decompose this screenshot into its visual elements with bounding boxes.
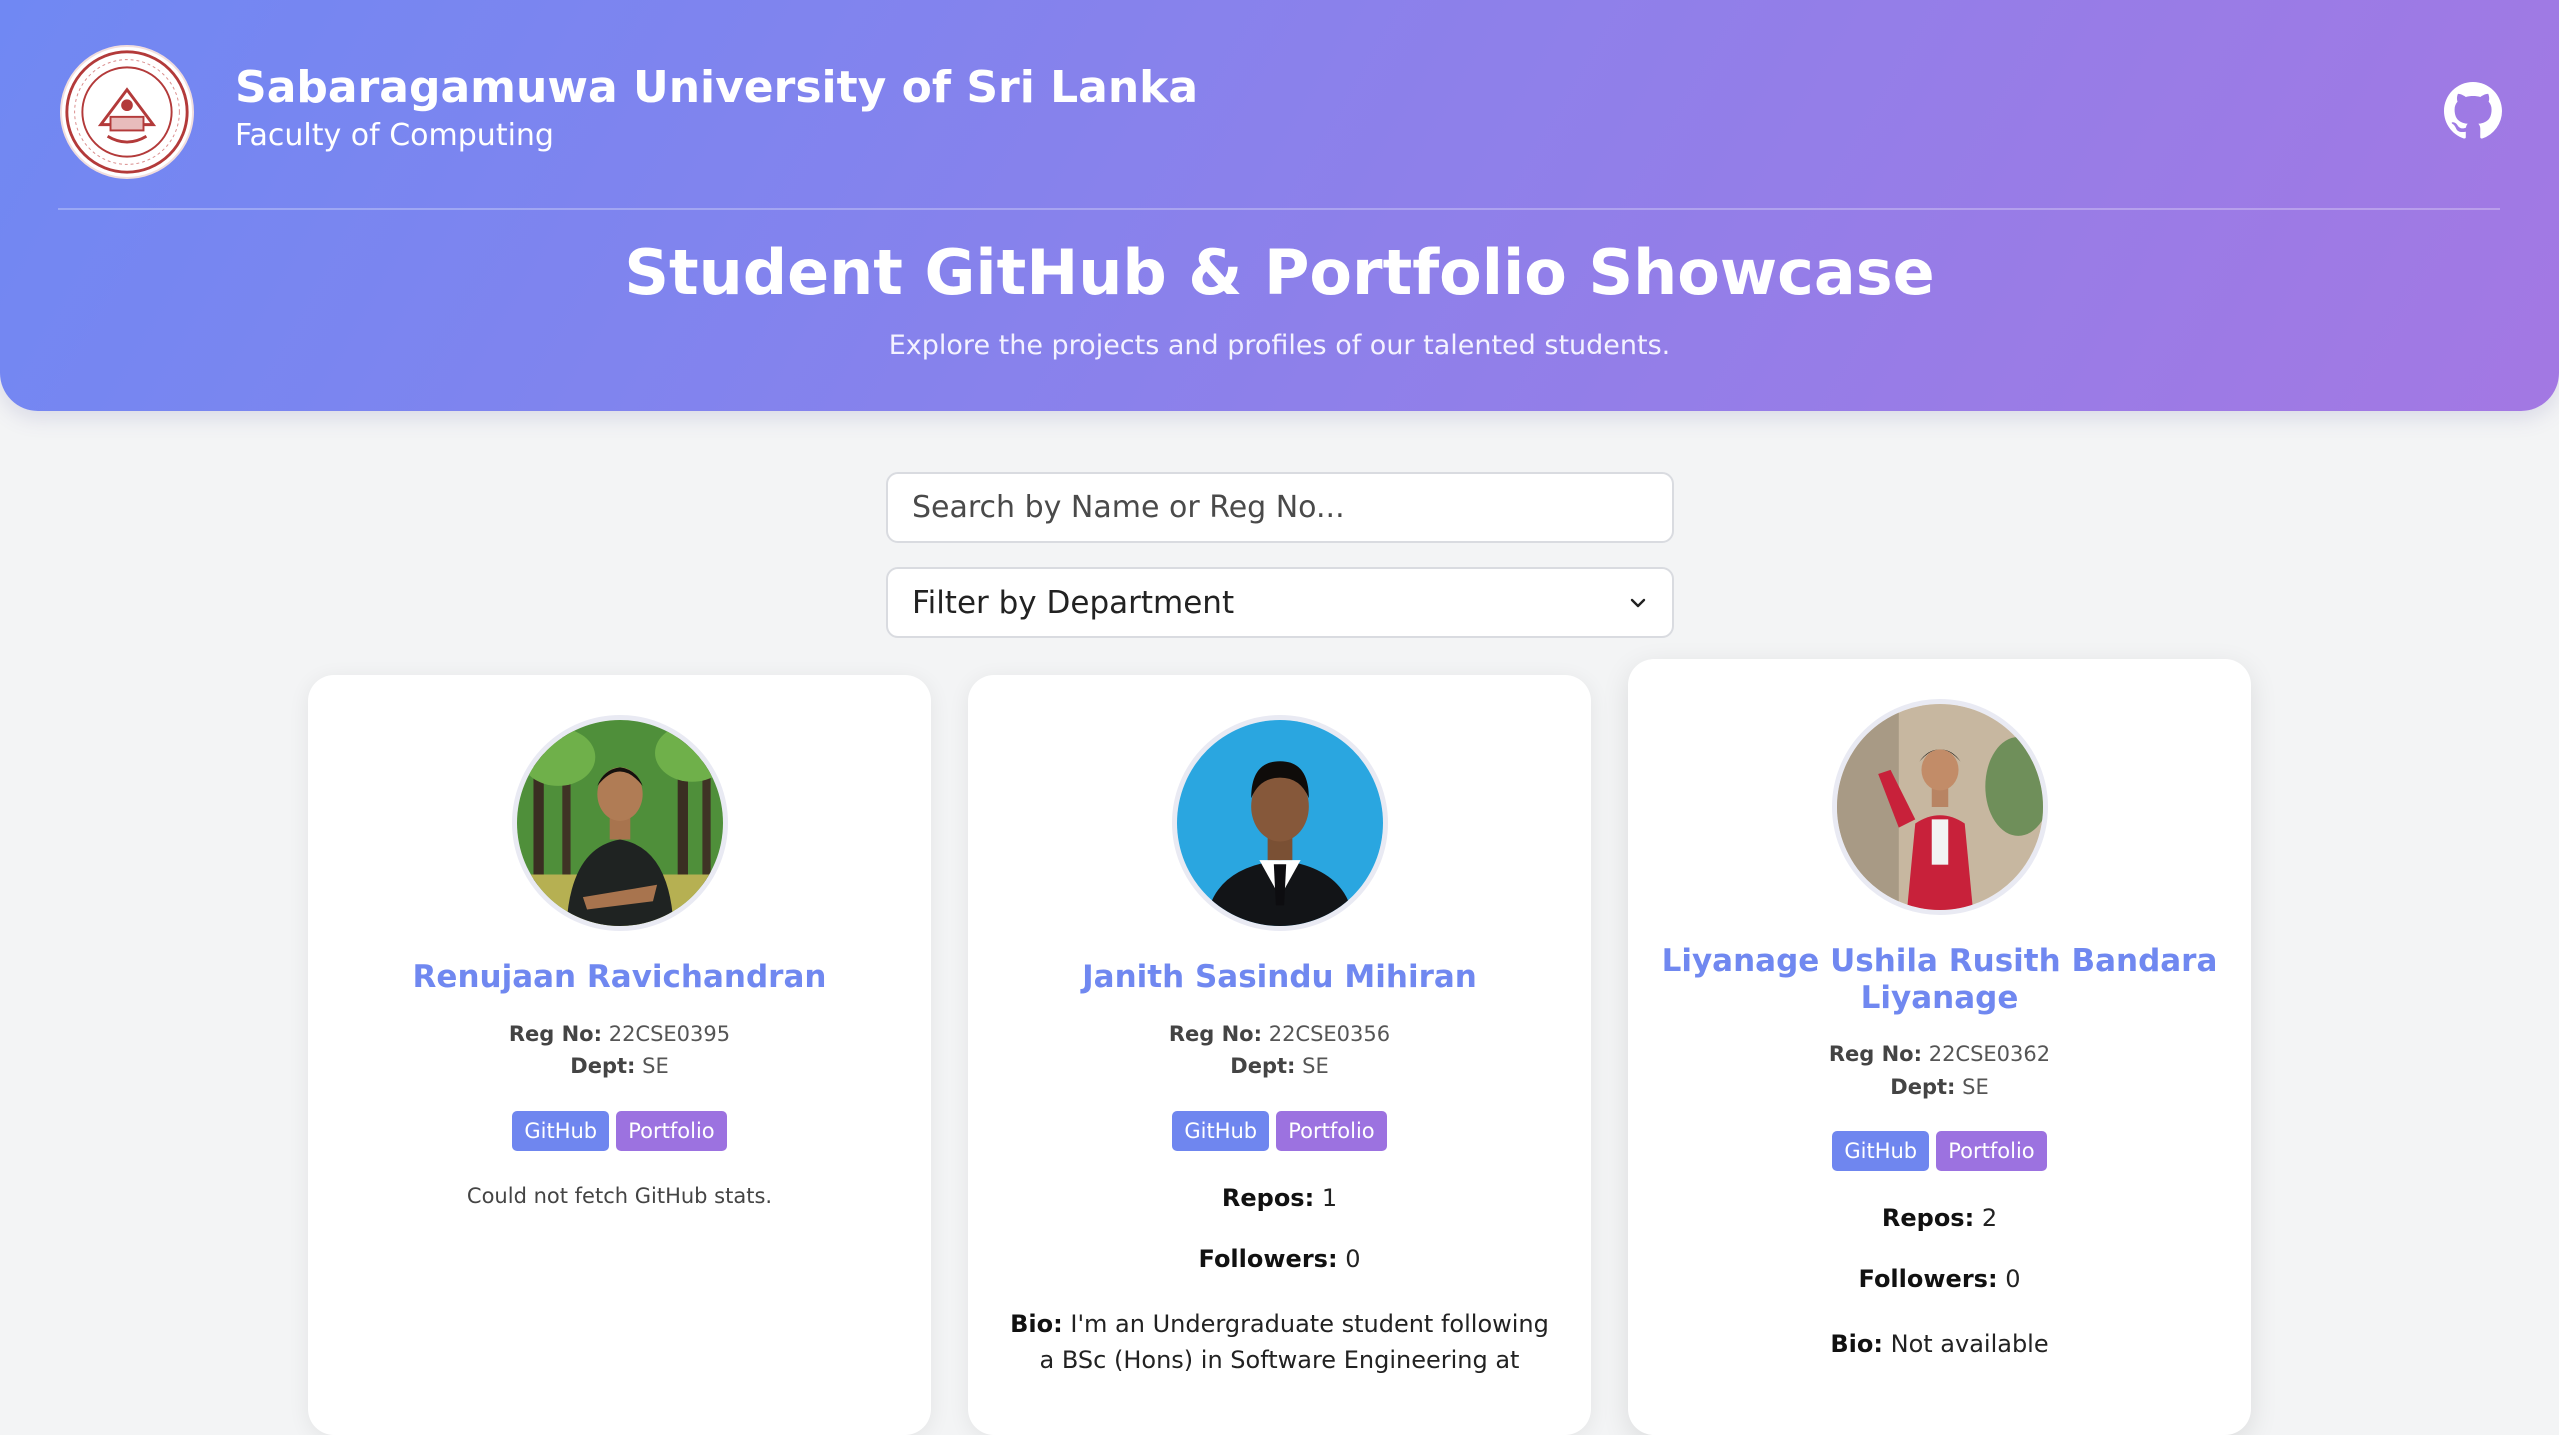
dept-label: Dept: <box>570 1054 636 1079</box>
bio-label: Bio: <box>1010 1309 1063 1338</box>
repos-stat: Repos: 2 <box>1628 1204 2251 1232</box>
avatar <box>1171 715 1388 931</box>
bio-value: I'm an Undergraduate student following a… <box>1039 1309 1549 1374</box>
repos-label: Repos: <box>1881 1204 1975 1233</box>
repos-stat: Repos: 1 <box>968 1184 1591 1212</box>
github-repo-link[interactable] <box>2444 82 2502 140</box>
student-card: Renujaan Ravichandran Reg No: 22CSE0395 … <box>308 675 931 1435</box>
reg-no-value: 22CSE0362 <box>1928 1042 2051 1067</box>
university-logo <box>60 45 194 179</box>
dept-label: Dept: <box>1230 1054 1296 1079</box>
portfolio-button[interactable]: Portfolio <box>616 1110 727 1151</box>
dept-value: SE <box>1302 1054 1329 1079</box>
dept-row: Dept: SE <box>1628 1071 2251 1104</box>
search-input[interactable] <box>886 472 1674 543</box>
student-info: Reg No: 22CSE0395 Dept: SE <box>308 1018 931 1083</box>
reg-no-label: Reg No: <box>1828 1042 1923 1067</box>
followers-stat: Followers: 0 <box>1628 1265 2251 1293</box>
repos-value: 1 <box>1321 1183 1338 1212</box>
student-card: Janith Sasindu Mihiran Reg No: 22CSE0356… <box>968 675 1591 1435</box>
bio-label: Bio: <box>1830 1330 1883 1359</box>
bio-value: Not available <box>1890 1330 2049 1359</box>
student-info: Reg No: 22CSE0356 Dept: SE <box>968 1018 1591 1083</box>
bio-text: Bio: I'm an Undergraduate student follow… <box>1002 1306 1557 1378</box>
reg-no-row: Reg No: 22CSE0356 <box>968 1018 1591 1051</box>
link-buttons: GitHub Portfolio <box>968 1110 1591 1151</box>
github-button[interactable]: GitHub <box>1172 1110 1270 1151</box>
reg-no-label: Reg No: <box>1168 1021 1263 1046</box>
reg-no-value: 22CSE0395 <box>608 1021 731 1046</box>
bio-text: Bio: Not available <box>1662 1326 2217 1362</box>
reg-no-value: 22CSE0356 <box>1268 1021 1391 1046</box>
page-subtitle: Explore the projects and profiles of our… <box>888 330 1671 361</box>
portfolio-button[interactable]: Portfolio <box>1936 1131 2047 1172</box>
student-name: Janith Sasindu Mihiran <box>1082 959 1477 995</box>
dept-value: SE <box>1962 1074 1989 1099</box>
reg-no-label: Reg No: <box>508 1021 603 1046</box>
dept-row: Dept: SE <box>968 1050 1591 1083</box>
department-filter-select[interactable]: Filter by Department <box>886 567 1674 638</box>
repos-label: Repos: <box>1221 1183 1315 1212</box>
student-info: Reg No: 22CSE0362 Dept: SE <box>1628 1038 2251 1103</box>
student-name: Renujaan Ravichandran <box>412 959 827 995</box>
header-divider <box>58 208 2500 210</box>
reg-no-row: Reg No: 22CSE0395 <box>308 1018 931 1051</box>
chevron-down-icon <box>1628 593 1648 613</box>
university-name: Sabaragamuwa University of Sri Lanka <box>235 62 1199 113</box>
page-title: Student GitHub & Portfolio Showcase <box>624 236 1935 309</box>
student-card: Liyanage Ushila Rusith Bandara Liyanage … <box>1628 659 2251 1435</box>
github-button[interactable]: GitHub <box>1832 1131 1930 1172</box>
followers-value: 0 <box>2005 1265 2021 1294</box>
avatar <box>1831 699 2048 915</box>
repos-value: 2 <box>1981 1204 1998 1233</box>
github-stats-error: Could not fetch GitHub stats. <box>466 1183 773 1208</box>
avatar <box>511 715 728 931</box>
followers-label: Followers: <box>1858 1265 1998 1294</box>
filter-label: Filter by Department <box>912 585 1235 621</box>
dept-label: Dept: <box>1890 1074 1956 1099</box>
followers-value: 0 <box>1345 1244 1361 1273</box>
link-buttons: GitHub Portfolio <box>1628 1131 2251 1172</box>
faculty-name: Faculty of Computing <box>235 118 554 153</box>
github-button[interactable]: GitHub <box>512 1110 610 1151</box>
reg-no-row: Reg No: 22CSE0362 <box>1628 1038 2251 1071</box>
header-banner: Sabaragamuwa University of Sri Lanka Fac… <box>0 0 2559 411</box>
link-buttons: GitHub Portfolio <box>308 1110 931 1151</box>
university-crest-icon <box>62 47 192 177</box>
followers-stat: Followers: 0 <box>968 1245 1591 1273</box>
student-name: Liyanage Ushila Rusith Bandara Liyanage <box>1661 943 2218 1016</box>
dept-row: Dept: SE <box>308 1050 931 1083</box>
portfolio-button[interactable]: Portfolio <box>1276 1110 1387 1151</box>
followers-label: Followers: <box>1198 1244 1338 1273</box>
dept-value: SE <box>642 1054 669 1079</box>
github-icon <box>2444 82 2502 140</box>
